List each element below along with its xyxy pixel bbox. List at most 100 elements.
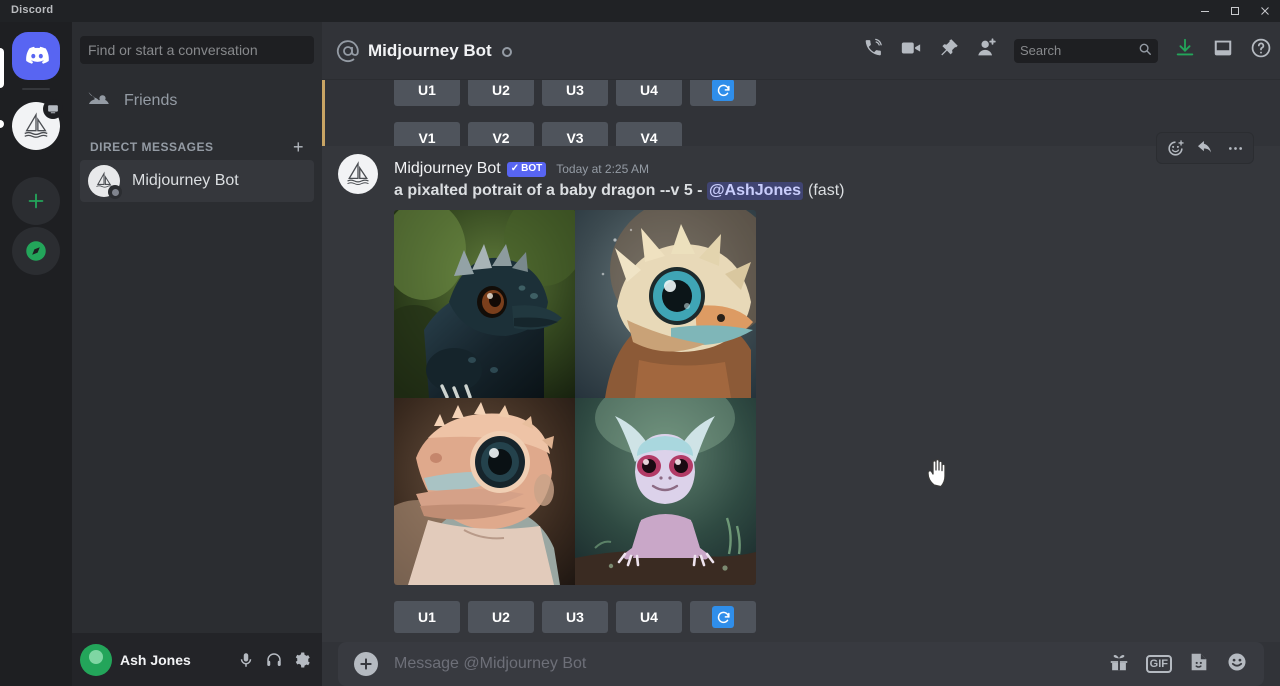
message-input[interactable]: Message @Midjourney Bot bbox=[394, 655, 1092, 673]
upscale-button-u2-prev[interactable]: U2 bbox=[468, 80, 534, 106]
inbox-icon[interactable] bbox=[1212, 37, 1234, 64]
bot-badge-label: BOT bbox=[521, 163, 543, 174]
message-timestamp: Today at 2:25 AM bbox=[556, 162, 649, 176]
composer-actions: GIF bbox=[1108, 651, 1248, 678]
settings-gear-icon[interactable] bbox=[290, 648, 314, 672]
avatar[interactable] bbox=[80, 643, 112, 676]
message: Midjourney Bot ✓ BOT Today at 2:25 AM a … bbox=[322, 132, 1280, 642]
message-list: U1 U2 U3 U4 V1 V2 V3 V4 Midjourney Bot ✓… bbox=[322, 80, 1280, 642]
upscale-button-u4-prev[interactable]: U4 bbox=[616, 80, 682, 106]
sidebar-item-friends[interactable]: Friends bbox=[80, 80, 314, 122]
app-title: Discord bbox=[11, 4, 54, 16]
explore-servers-button[interactable] bbox=[12, 227, 60, 275]
inbox-download-icon[interactable] bbox=[1174, 37, 1196, 64]
user-panel-actions bbox=[234, 648, 314, 672]
server-rail bbox=[0, 22, 72, 686]
find-conversation-button[interactable]: Find or start a conversation bbox=[80, 36, 314, 64]
message-composer: Message @Midjourney Bot GIF bbox=[322, 642, 1280, 686]
sticker-icon[interactable] bbox=[1188, 651, 1210, 678]
reroll-button-prev[interactable] bbox=[690, 80, 756, 106]
create-dm-button[interactable]: + bbox=[293, 138, 304, 156]
pin-icon[interactable] bbox=[938, 37, 960, 64]
status-badge: ✓ BOT bbox=[506, 161, 547, 177]
reroll-button[interactable] bbox=[690, 601, 756, 633]
sidebar-item-midjourney-server[interactable] bbox=[12, 99, 63, 150]
user-panel: Ash Jones bbox=[72, 633, 322, 686]
add-server-button[interactable] bbox=[12, 177, 60, 225]
discord-logo-icon bbox=[26, 46, 49, 64]
emoji-icon[interactable] bbox=[1226, 651, 1248, 678]
generated-image-4[interactable] bbox=[575, 398, 756, 585]
generated-image-2[interactable] bbox=[575, 210, 756, 398]
discord-window: Discord Find or start a conversation Fri… bbox=[0, 0, 1280, 686]
attach-file-button[interactable] bbox=[354, 652, 378, 676]
previous-message: U1 U2 U3 U4 V1 V2 V3 V4 bbox=[322, 80, 1280, 154]
friends-icon bbox=[88, 92, 109, 104]
generated-image-grid[interactable] bbox=[394, 210, 756, 585]
message-mode: (fast) bbox=[808, 182, 845, 199]
list-item[interactable]: Midjourney Bot bbox=[80, 160, 314, 202]
more-options-icon[interactable] bbox=[1221, 135, 1249, 161]
add-friend-icon[interactable] bbox=[976, 37, 998, 64]
gif-icon[interactable]: GIF bbox=[1145, 654, 1172, 674]
upscale-button-u2[interactable]: U2 bbox=[468, 601, 534, 633]
rail-divider bbox=[22, 88, 50, 90]
message-content: a pixalted potrait of a baby dragon --v … bbox=[394, 182, 1260, 200]
reroll-icon bbox=[712, 80, 734, 101]
title-bar: Discord bbox=[0, 0, 1280, 22]
list-item-label: Midjourney Bot bbox=[132, 172, 239, 189]
direct-messages-header: DIRECT MESSAGES + bbox=[90, 138, 314, 156]
message-author[interactable]: Midjourney Bot bbox=[394, 160, 501, 178]
user-mention[interactable]: @AshJones bbox=[706, 182, 804, 200]
reroll-icon bbox=[712, 606, 734, 628]
upscale-button-u3[interactable]: U3 bbox=[542, 601, 608, 633]
verified-check-icon: ✓ bbox=[510, 163, 520, 174]
reply-icon[interactable] bbox=[1191, 135, 1219, 161]
plus-icon bbox=[28, 193, 44, 209]
server-screen-badge-icon bbox=[43, 99, 63, 119]
server-unread-indicator bbox=[0, 120, 4, 128]
microphone-icon[interactable] bbox=[234, 648, 258, 672]
current-username: Ash Jones bbox=[120, 651, 191, 668]
upscale-button-u1[interactable]: U1 bbox=[394, 601, 460, 633]
direct-messages-label: DIRECT MESSAGES bbox=[90, 140, 214, 154]
maximize-icon[interactable] bbox=[1220, 0, 1250, 22]
search-placeholder: Search bbox=[1020, 43, 1062, 58]
upscale-button-u3-prev[interactable]: U3 bbox=[542, 80, 608, 106]
find-conversation-placeholder: Find or start a conversation bbox=[88, 42, 258, 58]
sailboat-icon bbox=[347, 161, 369, 185]
message-body: Midjourney Bot ✓ BOT Today at 2:25 AM a … bbox=[394, 158, 1280, 633]
sidebar-item-friends-label: Friends bbox=[124, 92, 178, 109]
add-reaction-icon[interactable] bbox=[1161, 135, 1189, 161]
generated-image-3[interactable] bbox=[394, 398, 575, 585]
help-icon[interactable] bbox=[1250, 37, 1272, 64]
gift-icon[interactable] bbox=[1108, 651, 1130, 678]
dm-list: Friends DIRECT MESSAGES + Midjourney Bot bbox=[72, 80, 322, 660]
channel-header: Midjourney Bot Search bbox=[322, 22, 1280, 80]
close-icon[interactable] bbox=[1250, 0, 1280, 22]
message-input-box[interactable]: Message @Midjourney Bot GIF bbox=[338, 642, 1264, 686]
minimize-icon[interactable] bbox=[1190, 0, 1220, 22]
message-header: Midjourney Bot ✓ BOT Today at 2:25 AM bbox=[394, 158, 1260, 180]
upscale-button-row: U1 U2 U3 U4 bbox=[394, 595, 1260, 633]
avatar bbox=[88, 165, 122, 199]
channel-header-actions: Search bbox=[862, 37, 1272, 64]
search-icon bbox=[1138, 42, 1152, 59]
page-title: Midjourney Bot bbox=[368, 40, 492, 60]
status-badge bbox=[108, 185, 122, 199]
upscale-button-u4[interactable]: U4 bbox=[616, 601, 682, 633]
video-call-icon[interactable] bbox=[900, 37, 922, 64]
compass-icon bbox=[26, 241, 46, 261]
avatar[interactable] bbox=[338, 154, 378, 194]
status-circle-icon bbox=[501, 46, 512, 57]
window-controls bbox=[1190, 0, 1280, 22]
search-input[interactable]: Search bbox=[1014, 38, 1158, 63]
message-prompt: a pixalted potrait of a baby dragon --v … bbox=[394, 182, 703, 199]
upscale-button-u1-prev[interactable]: U1 bbox=[394, 80, 460, 106]
headphones-icon[interactable] bbox=[262, 648, 286, 672]
sidebar-item-discord-home[interactable] bbox=[12, 32, 60, 80]
generated-image-1[interactable] bbox=[394, 210, 575, 398]
at-sign-icon bbox=[336, 39, 360, 63]
call-icon[interactable] bbox=[862, 37, 884, 64]
message-hover-actions bbox=[1156, 132, 1254, 164]
